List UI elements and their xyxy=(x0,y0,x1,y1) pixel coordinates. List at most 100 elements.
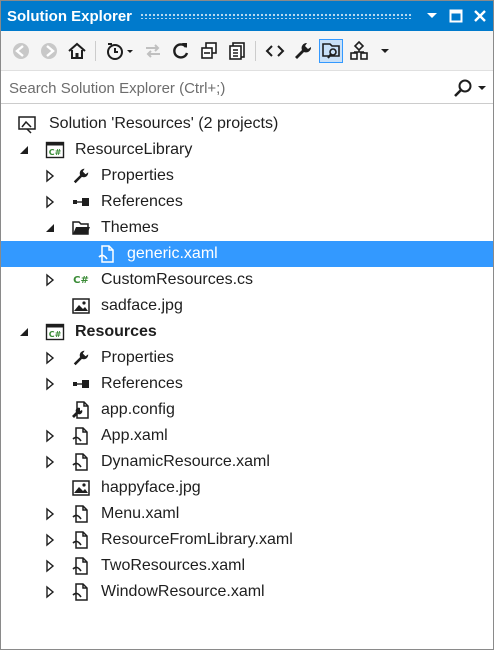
collapsed-triangle-icon[interactable] xyxy=(43,195,57,209)
xaml-file-icon xyxy=(71,452,91,472)
dropdown-icon[interactable] xyxy=(421,5,443,27)
tree-node-label: WindowResource.xaml xyxy=(101,583,265,600)
xaml-file-icon xyxy=(97,244,117,264)
tree-node-label: App.xaml xyxy=(101,427,168,444)
config-file-icon xyxy=(71,400,91,420)
tree-node-label: Properties xyxy=(101,167,174,184)
tree-node-app-xaml[interactable]: App.xaml xyxy=(1,423,493,449)
cs-badge: C# xyxy=(49,330,62,339)
wrench-icon xyxy=(71,166,91,186)
tree-node-customresources-cs[interactable]: C# CustomResources.cs xyxy=(1,267,493,293)
pending-changes-filter-icon[interactable] xyxy=(103,39,137,63)
forward-icon[interactable] xyxy=(37,39,61,63)
cs-badge: C# xyxy=(49,148,62,157)
close-icon[interactable] xyxy=(469,5,491,27)
csharp-project-icon: C# xyxy=(45,140,65,160)
xaml-file-icon xyxy=(71,426,91,446)
maximize-icon[interactable] xyxy=(445,5,467,27)
solution-icon xyxy=(17,114,37,134)
collapsed-triangle-icon[interactable] xyxy=(43,273,57,287)
tree-node-app-config[interactable]: app.config xyxy=(1,397,493,423)
tree-node-references[interactable]: References xyxy=(1,371,493,397)
expanded-triangle-icon[interactable] xyxy=(43,221,57,235)
tree-node-label: DynamicResource.xaml xyxy=(101,453,270,470)
view-code-icon[interactable] xyxy=(263,39,287,63)
tree-node-label: Themes xyxy=(101,219,159,236)
tree-node-label: ResourceFromLibrary.xaml xyxy=(101,531,293,548)
back-icon[interactable] xyxy=(9,39,33,63)
search-options-chevron-down-icon[interactable] xyxy=(475,78,489,98)
image-file-icon xyxy=(71,478,91,498)
tree-node-label: TwoResources.xaml xyxy=(101,557,246,574)
tree-node-tworesources-xaml[interactable]: TwoResources.xaml xyxy=(1,553,493,579)
tree-node-properties[interactable]: Properties xyxy=(1,163,493,189)
tree-node-label: ResourceLibrary xyxy=(75,141,193,158)
tree-node-generic-xaml-selected[interactable]: generic.xaml xyxy=(1,241,493,267)
tree-node-dynamicresource-xaml[interactable]: DynamicResource.xaml xyxy=(1,449,493,475)
tree-node-label: Solution 'Resources' (2 projects) xyxy=(49,115,279,132)
expanded-triangle-icon[interactable] xyxy=(17,325,31,339)
collapsed-triangle-icon[interactable] xyxy=(43,533,57,547)
tree-node-label: References xyxy=(101,375,183,392)
tree-node-windowresource-xaml[interactable]: WindowResource.xaml xyxy=(1,579,493,605)
home-icon[interactable] xyxy=(65,39,89,63)
collapsed-triangle-icon[interactable] xyxy=(43,429,57,443)
xaml-file-icon xyxy=(71,530,91,550)
wrench-icon xyxy=(71,348,91,368)
cs-badge: C# xyxy=(73,274,89,286)
search-input[interactable] xyxy=(7,76,437,100)
expanded-triangle-icon[interactable] xyxy=(17,143,31,157)
xaml-file-icon xyxy=(71,556,91,576)
collapsed-triangle-icon[interactable] xyxy=(43,507,57,521)
window-title: Solution Explorer xyxy=(7,7,133,25)
collapse-all-icon[interactable] xyxy=(197,39,221,63)
collapsed-triangle-icon[interactable] xyxy=(43,585,57,599)
image-file-icon xyxy=(71,296,91,316)
tree-node-references[interactable]: References xyxy=(1,189,493,215)
tree-node-happyface-jpg[interactable]: happyface.jpg xyxy=(1,475,493,501)
tree-node-label: References xyxy=(101,193,183,210)
tree-node-label: Menu.xaml xyxy=(101,505,180,522)
search-box[interactable] xyxy=(1,72,493,104)
csharp-project-icon: C# xyxy=(45,322,65,342)
tree-node-folder-themes[interactable]: Themes xyxy=(1,215,493,241)
tree-node-project-resources[interactable]: C# Resources xyxy=(1,319,493,345)
collapsed-triangle-icon[interactable] xyxy=(43,559,57,573)
collapsed-triangle-icon[interactable] xyxy=(43,351,57,365)
tree-node-resourcefromlibrary-xaml[interactable]: ResourceFromLibrary.xaml xyxy=(1,527,493,553)
tree-node-label: app.config xyxy=(101,401,175,418)
toolbar-separator xyxy=(255,41,256,61)
title-bar[interactable]: Solution Explorer xyxy=(1,1,493,31)
preview-selected-items-icon[interactable] xyxy=(319,39,343,63)
properties-pages-icon[interactable] xyxy=(225,39,249,63)
collapsed-triangle-icon[interactable] xyxy=(43,169,57,183)
tree-node-solution[interactable]: Solution 'Resources' (2 projects) xyxy=(1,111,493,137)
csharp-file-icon: C# xyxy=(71,270,91,290)
xaml-file-icon xyxy=(71,582,91,602)
search-icon[interactable] xyxy=(453,78,473,98)
collapsed-triangle-icon[interactable] xyxy=(43,377,57,391)
toolbar-overflow-icon[interactable] xyxy=(377,39,393,63)
wrench-icon[interactable] xyxy=(291,39,315,63)
solution-explorer-window: Solution Explorer Search Solution Explor… xyxy=(0,0,494,650)
references-icon xyxy=(71,192,91,212)
tree-node-label: sadface.jpg xyxy=(101,297,183,314)
open-folder-icon xyxy=(71,218,91,238)
tree-node-project-resourcelibrary[interactable]: C# ResourceLibrary xyxy=(1,137,493,163)
tree-node-label: Resources xyxy=(75,323,157,340)
refresh-icon[interactable] xyxy=(169,39,193,63)
toolbar xyxy=(1,31,493,71)
drag-grip[interactable] xyxy=(140,13,413,19)
tree-node-sadface-jpg[interactable]: sadface.jpg xyxy=(1,293,493,319)
tree-node-label: CustomResources.cs xyxy=(101,271,254,288)
tree-node-label: happyface.jpg xyxy=(101,479,201,496)
tree-node-label: generic.xaml xyxy=(127,245,218,262)
tree-node-properties[interactable]: Properties xyxy=(1,345,493,371)
references-icon xyxy=(71,374,91,394)
sync-with-active-document-icon[interactable] xyxy=(141,39,165,63)
class-view-icon[interactable] xyxy=(347,39,371,63)
toolbar-separator xyxy=(95,41,96,61)
tree-node-label: Properties xyxy=(101,349,174,366)
collapsed-triangle-icon[interactable] xyxy=(43,455,57,469)
tree-node-menu-xaml[interactable]: Menu.xaml xyxy=(1,501,493,527)
